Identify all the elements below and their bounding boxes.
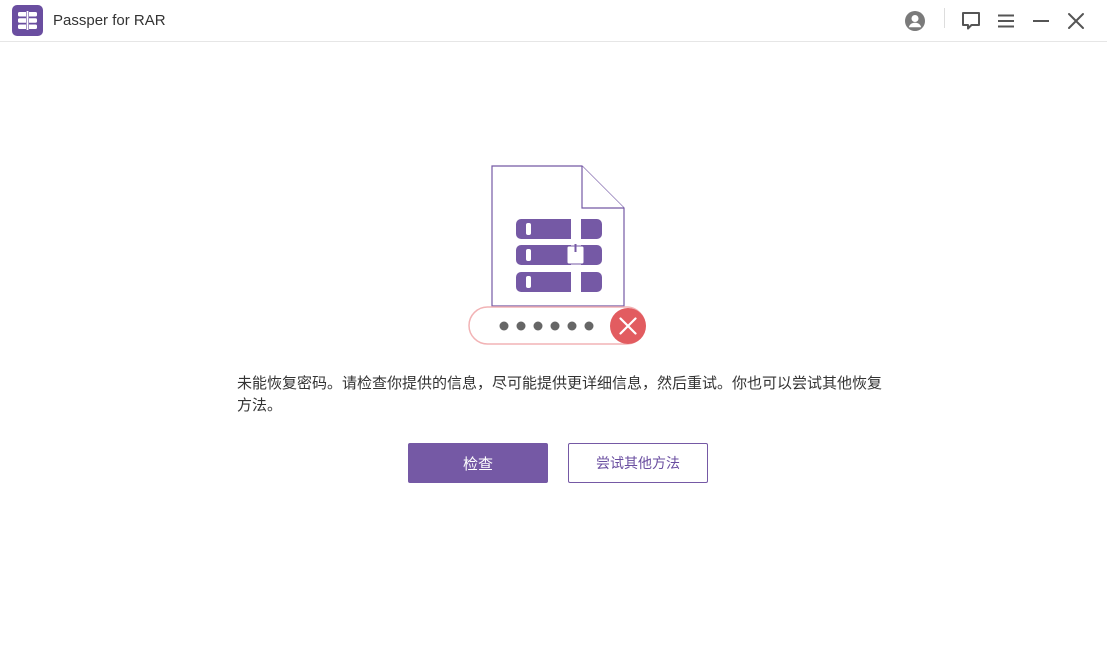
check-button[interactable]: 检查 xyxy=(408,443,548,483)
recovery-failed-illustration xyxy=(468,165,646,345)
titlebar-divider xyxy=(944,8,945,28)
recovery-failed-message: 未能恢复密码。请检查你提供的信息，尽可能提供更详细信息，然后重试。你也可以尝试其… xyxy=(237,374,883,414)
app-logo-icon xyxy=(12,5,43,36)
error-icon xyxy=(610,308,646,344)
account-icon[interactable] xyxy=(902,8,928,34)
try-other-methods-button[interactable]: 尝试其他方法 xyxy=(568,443,708,483)
menu-icon[interactable] xyxy=(993,8,1019,34)
minimize-icon[interactable] xyxy=(1028,8,1054,34)
app-title: Passper for RAR xyxy=(53,12,166,29)
title-bar: Passper for RAR xyxy=(0,0,1107,42)
archive-file-icon xyxy=(491,165,625,307)
close-icon[interactable] xyxy=(1063,8,1089,34)
feedback-icon[interactable] xyxy=(958,8,984,34)
